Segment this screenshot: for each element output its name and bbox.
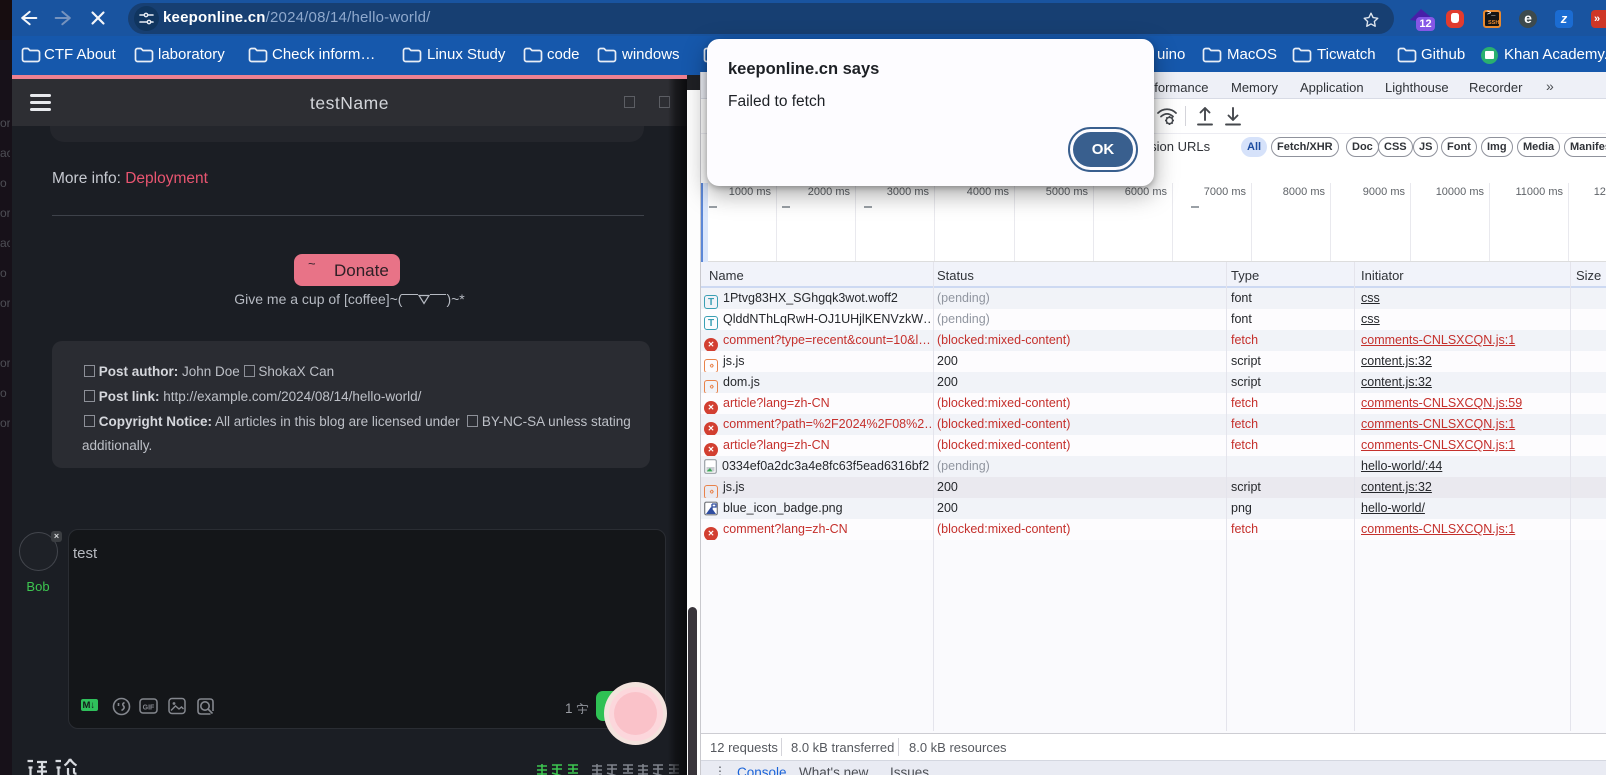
- svg-text:GIF: GIF: [143, 705, 155, 712]
